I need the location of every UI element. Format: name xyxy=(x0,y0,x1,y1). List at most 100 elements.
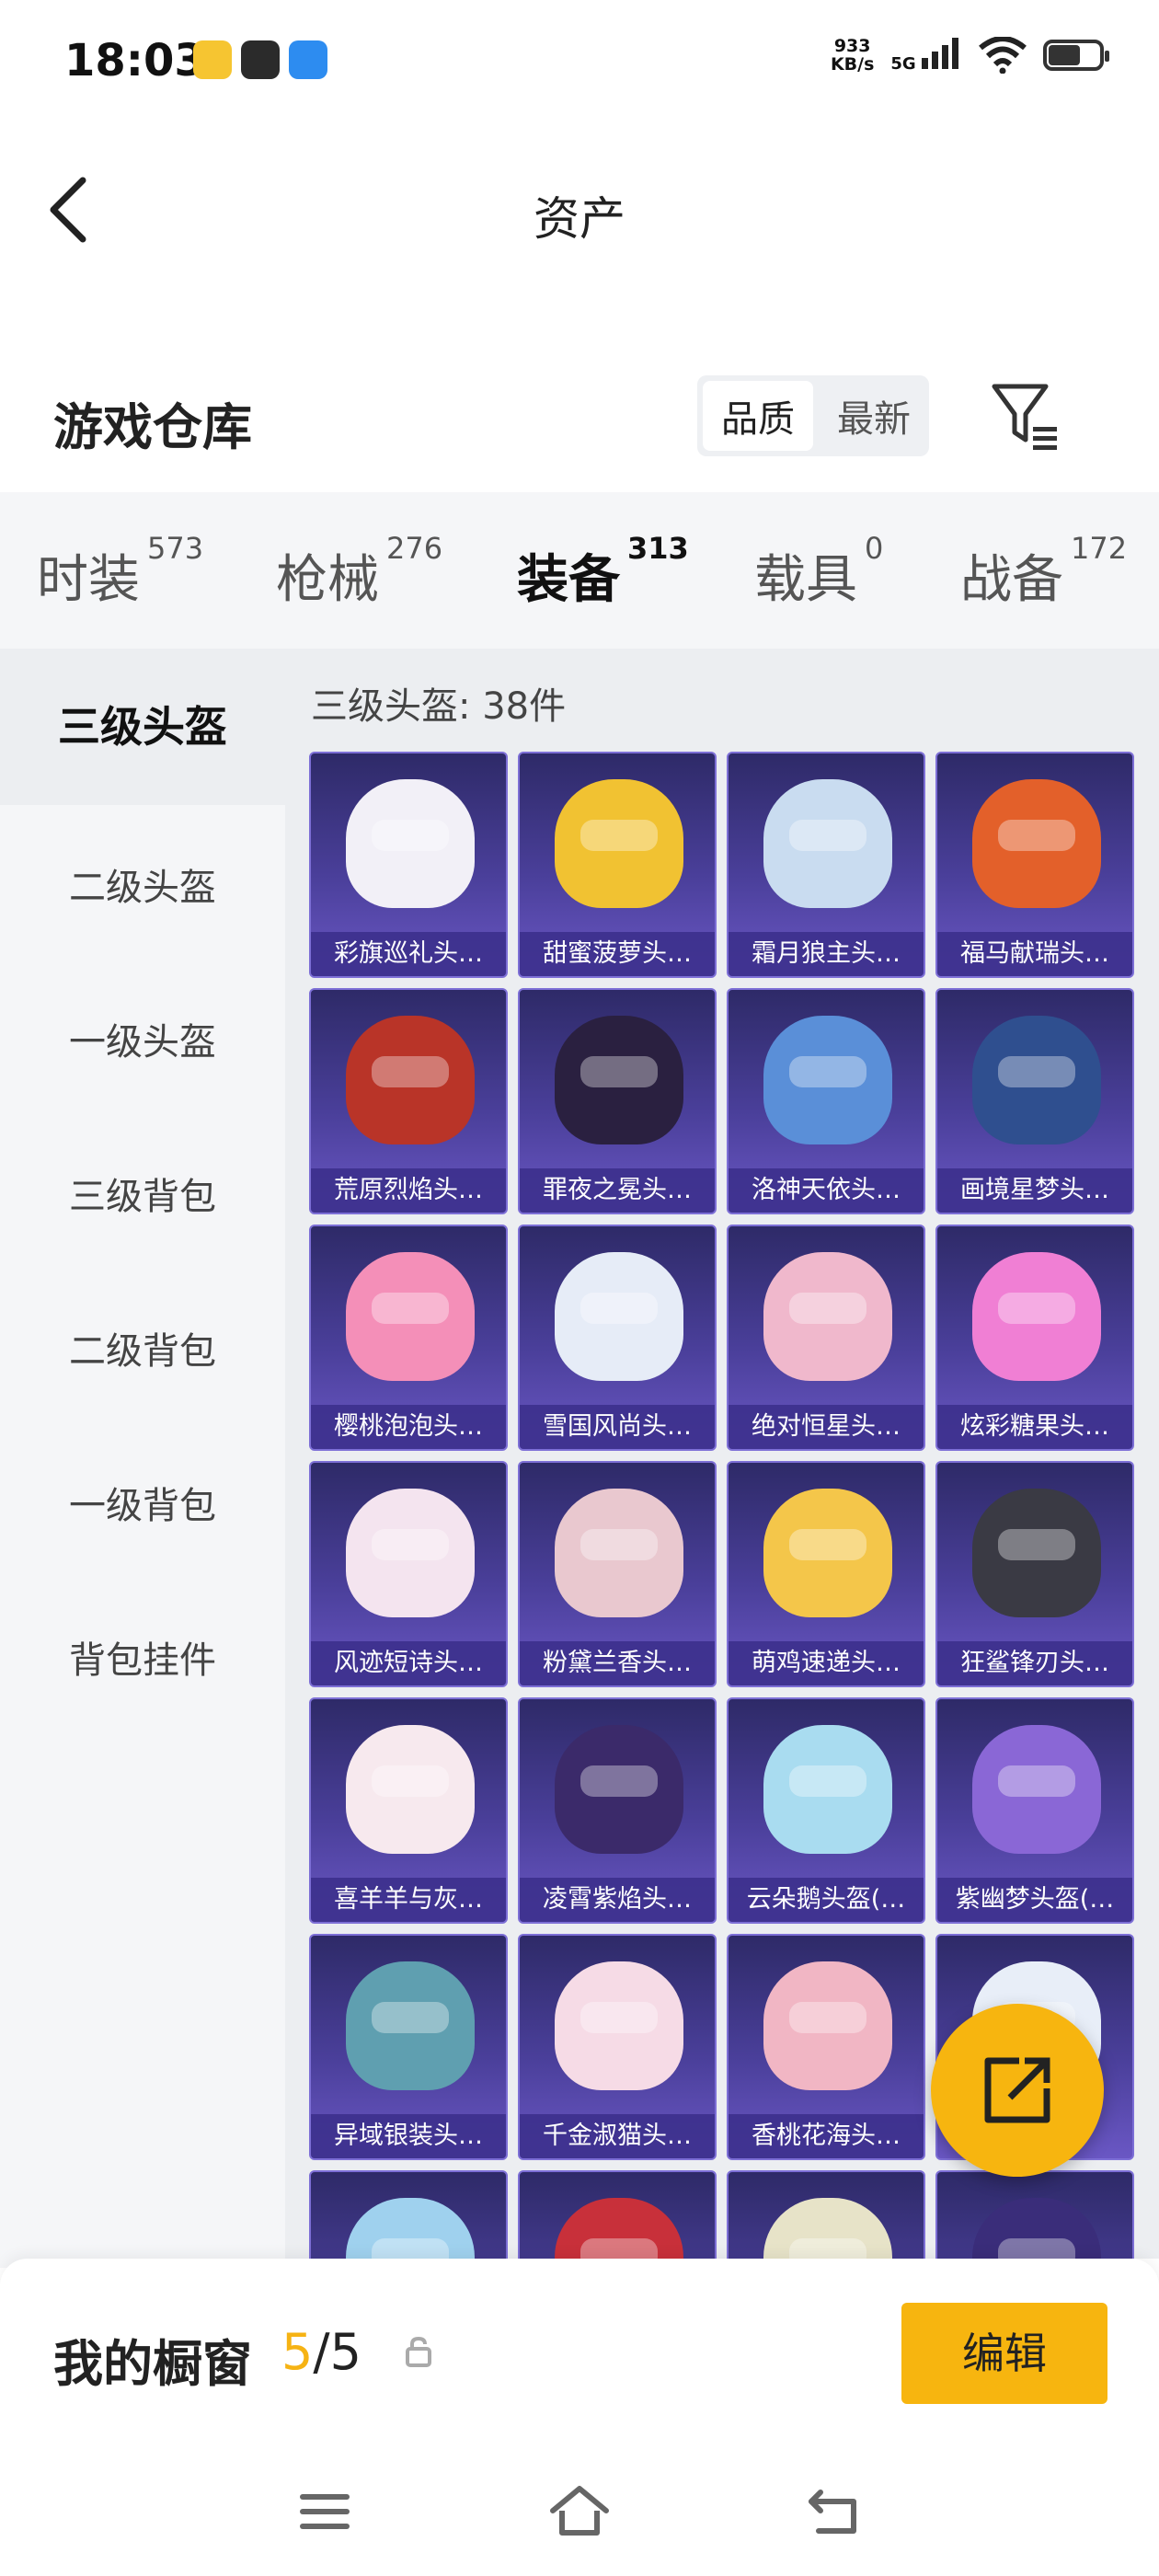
helmet-image xyxy=(763,1489,892,1617)
item-card[interactable]: 洛神天依头… xyxy=(727,988,925,1214)
item-card[interactable]: 霜月狼主头… xyxy=(727,752,925,978)
sidebar-item-level2-backpack[interactable]: 二级背包 xyxy=(0,1315,285,1388)
home-icon[interactable] xyxy=(547,2479,612,2544)
helmet-image xyxy=(972,779,1101,908)
item-card[interactable]: 千金淑猫头… xyxy=(518,1934,717,2160)
item-card[interactable]: 樱桃泡泡头… xyxy=(309,1225,508,1451)
tab-label: 枪械 xyxy=(276,550,379,610)
helmet-image xyxy=(346,779,475,908)
sort-quality-button[interactable]: 品质 xyxy=(703,381,813,451)
system-navigation-bar xyxy=(0,2443,1159,2576)
item-card[interactable]: 云朵鹅头盔(… xyxy=(727,1697,925,1924)
subcategory-sidebar: 三级头盔 二级头盔 一级头盔 三级背包 二级背包 一级背包 背包挂件 xyxy=(0,649,285,2268)
item-name: 香桃花海头… xyxy=(729,2114,924,2158)
back-nav-icon[interactable] xyxy=(802,2479,866,2544)
item-name: 炫彩糖果头… xyxy=(937,1405,1132,1449)
helmet-image xyxy=(346,1725,475,1854)
item-card[interactable]: 风迹短诗头… xyxy=(309,1461,508,1687)
tab-count: 172 xyxy=(1071,531,1128,566)
page-title: 资产 xyxy=(534,192,625,246)
sidebar-item-backpack-charm[interactable]: 背包挂件 xyxy=(0,1624,285,1697)
item-name: 狂鲨锋刃头… xyxy=(937,1641,1132,1685)
tab-supplies[interactable]: 战备172 xyxy=(960,531,1127,613)
item-card[interactable]: 荒原烈焰头… xyxy=(309,988,508,1214)
item-name: 荒原烈焰头… xyxy=(311,1168,506,1213)
item-card[interactable]: 喜羊羊与灰… xyxy=(309,1697,508,1924)
item-name: 画境星梦头… xyxy=(937,1168,1132,1213)
item-card[interactable] xyxy=(309,2170,508,2259)
network-speed: 933 KB/s xyxy=(831,37,874,74)
item-card[interactable]: 甜蜜菠萝头… xyxy=(518,752,717,978)
lock-icon xyxy=(406,2336,431,2367)
item-card[interactable]: 彩旗巡礼头… xyxy=(309,752,508,978)
item-card[interactable]: 福马献瑞头… xyxy=(935,752,1134,978)
helmet-image xyxy=(346,1252,475,1381)
tab-fashion[interactable]: 时装573 xyxy=(37,531,203,613)
item-card[interactable] xyxy=(727,2170,925,2259)
item-name: 凌霄紫焰头… xyxy=(520,1878,715,1922)
helmet-image xyxy=(346,1016,475,1144)
share-button[interactable] xyxy=(931,2004,1104,2177)
tab-equipment[interactable]: 装备313 xyxy=(517,531,689,664)
signal-icon: 5G xyxy=(890,37,962,74)
showcase-bar: 我的橱窗 5/5 编辑 xyxy=(0,2259,1159,2443)
item-card[interactable]: 异域银装头… xyxy=(309,1934,508,2160)
item-name: 千金淑猫头… xyxy=(520,2114,715,2158)
edit-button[interactable]: 编辑 xyxy=(901,2303,1107,2404)
sidebar-item-level1-helmet[interactable]: 一级头盔 xyxy=(0,1006,285,1079)
item-name: 彩旗巡礼头… xyxy=(311,932,506,976)
warehouse-header: 游戏仓库 品质 最新 xyxy=(0,359,1159,478)
status-bar: 18:03 933 KB/s 5G xyxy=(0,0,1159,129)
sidebar-item-level3-helmet[interactable]: 三级头盔 xyxy=(0,649,285,805)
helmet-image xyxy=(972,1725,1101,1854)
item-card[interactable]: 香桃花海头… xyxy=(727,1934,925,2160)
tab-label: 战备 xyxy=(960,550,1063,610)
network-type: 5G xyxy=(890,53,916,74)
tab-label: 时装 xyxy=(37,550,140,610)
sidebar-item-level1-backpack[interactable]: 一级背包 xyxy=(0,1469,285,1543)
item-card[interactable]: 画境星梦头… xyxy=(935,988,1134,1214)
speed-unit: KB/s xyxy=(830,54,875,75)
item-card[interactable]: 凌霄紫焰头… xyxy=(518,1697,717,1924)
helmet-image xyxy=(555,1489,683,1617)
item-name: 霜月狼主头… xyxy=(729,932,924,976)
sidebar-item-level3-backpack[interactable]: 三级背包 xyxy=(0,1160,285,1234)
category-tabs: 时装573 枪械276 装备313 载具0 战备172 xyxy=(0,492,1159,664)
item-card[interactable]: 狂鲨锋刃头… xyxy=(935,1461,1134,1687)
menu-icon[interactable] xyxy=(293,2479,357,2544)
sidebar-item-level2-helmet[interactable]: 二级头盔 xyxy=(0,851,285,925)
item-card[interactable]: 罪夜之冕头… xyxy=(518,988,717,1214)
helmet-image xyxy=(763,1016,892,1144)
item-card[interactable]: 雪国风尚头… xyxy=(518,1225,717,1451)
item-name: 绝对恒星头… xyxy=(729,1405,924,1449)
tab-firearms[interactable]: 枪械276 xyxy=(276,531,442,613)
item-name: 樱桃泡泡头… xyxy=(311,1405,506,1449)
item-name: 萌鸡速递头… xyxy=(729,1641,924,1685)
helmet-image xyxy=(972,1016,1101,1144)
item-name: 罪夜之冕头… xyxy=(520,1168,715,1213)
item-card[interactable] xyxy=(935,2170,1134,2259)
item-card[interactable]: 粉黛兰香头… xyxy=(518,1461,717,1687)
item-card[interactable]: 萌鸡速递头… xyxy=(727,1461,925,1687)
item-card[interactable]: 紫幽梦头盔(… xyxy=(935,1697,1134,1924)
item-card[interactable]: 绝对恒星头… xyxy=(727,1225,925,1451)
helmet-image xyxy=(763,779,892,908)
item-name: 紫幽梦头盔(… xyxy=(937,1878,1132,1922)
showcase-total: 5 xyxy=(329,2323,361,2381)
item-name: 雪国风尚头… xyxy=(520,1405,715,1449)
item-name: 福马献瑞头… xyxy=(937,932,1132,976)
item-name: 粉黛兰香头… xyxy=(520,1641,715,1685)
item-name: 异域银装头… xyxy=(311,2114,506,2158)
tab-vehicles[interactable]: 载具0 xyxy=(754,531,883,613)
filter-icon[interactable] xyxy=(989,379,1062,453)
item-card[interactable]: 炫彩糖果头… xyxy=(935,1225,1134,1451)
item-card[interactable] xyxy=(518,2170,717,2259)
top-app-bar: 资产 xyxy=(0,147,1159,276)
app-notification-icon xyxy=(193,40,232,79)
tab-count: 313 xyxy=(627,531,689,566)
showcase-current: 5 xyxy=(281,2323,314,2381)
helmet-image xyxy=(763,1252,892,1381)
sort-latest-button[interactable]: 最新 xyxy=(819,375,929,456)
sort-toggle: 品质 最新 xyxy=(697,375,929,456)
helmet-image xyxy=(555,1016,683,1144)
